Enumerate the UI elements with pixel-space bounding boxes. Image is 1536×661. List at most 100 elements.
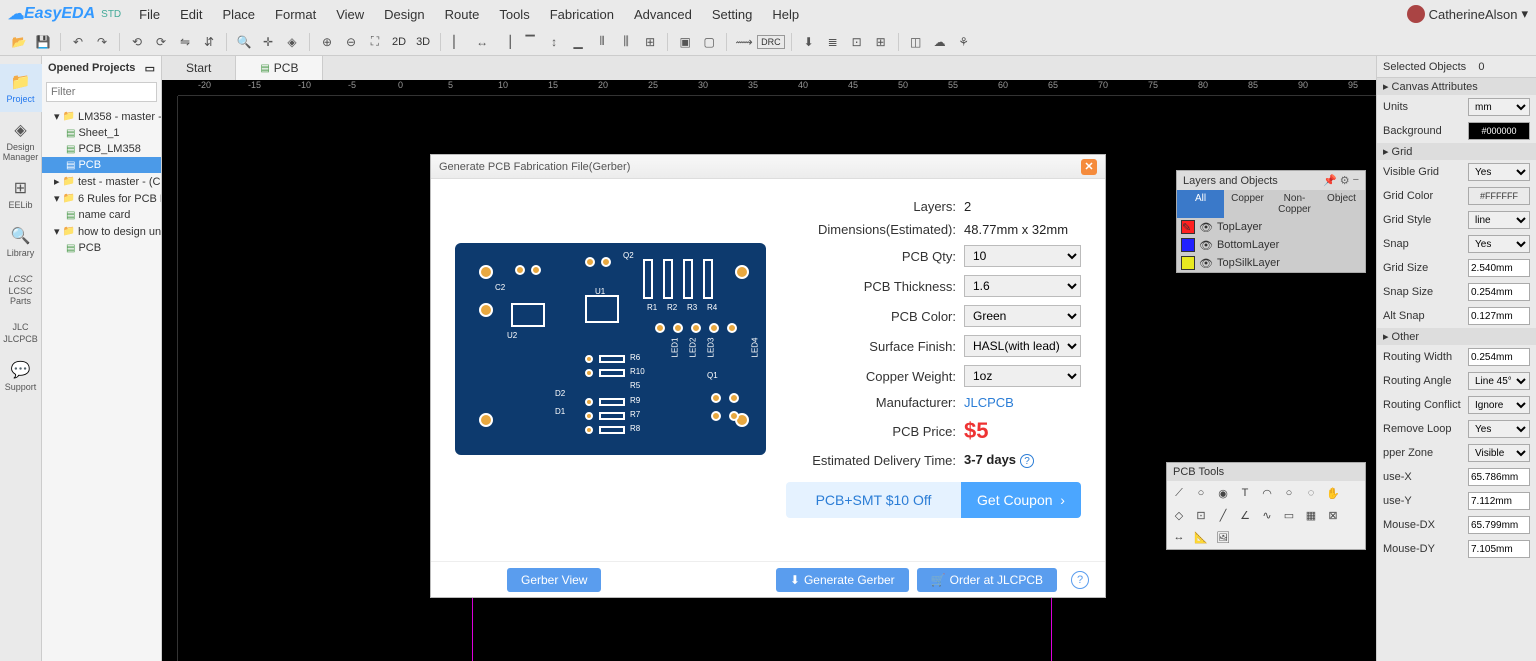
align-mid-icon[interactable]: ↕ <box>543 31 565 53</box>
align-center-icon[interactable]: ↔ <box>471 31 493 53</box>
fit-icon[interactable]: ⛶ <box>364 31 386 53</box>
arc-tool-icon[interactable]: ◠ <box>1258 484 1276 502</box>
move-tool-icon[interactable]: ✋ <box>1324 484 1342 502</box>
image-tool-icon[interactable]: 🖼 <box>1214 528 1232 546</box>
circle-tool-icon[interactable]: ○ <box>1280 484 1298 502</box>
layer-row[interactable]: 👁TopSilkLayer <box>1177 254 1365 272</box>
manufacturer-link[interactable]: JLCPCB <box>964 395 1014 410</box>
order-jlcpcb-button[interactable]: 🛒Order at JLCPCB <box>917 568 1057 592</box>
section-grid[interactable]: ▸Grid <box>1377 143 1536 160</box>
alt-snap-input[interactable] <box>1468 307 1530 325</box>
minimize-icon[interactable]: − <box>1353 174 1359 187</box>
surface-select[interactable]: HASL(with lead) <box>964 335 1081 357</box>
menu-format[interactable]: Format <box>265 7 326 22</box>
eye-icon[interactable]: 👁 <box>1199 257 1213 270</box>
rect-tool-icon[interactable]: ▭ <box>1280 506 1298 524</box>
menu-place[interactable]: Place <box>213 7 266 22</box>
bom-icon[interactable]: ≣ <box>822 31 844 53</box>
zoom-out-icon[interactable]: ⊖ <box>340 31 362 53</box>
save-icon[interactable]: 💾 <box>32 31 54 53</box>
zoom-in-icon[interactable]: ⊕ <box>316 31 338 53</box>
align-top-icon[interactable]: ▔ <box>519 31 541 53</box>
snap-size-input[interactable] <box>1468 283 1530 301</box>
align-grid-icon[interactable]: ⊞ <box>639 31 661 53</box>
section-canvas-attributes[interactable]: ▸Canvas Attributes <box>1377 78 1536 95</box>
help-icon[interactable]: ? <box>1020 454 1034 468</box>
bg-color[interactable]: #000000 <box>1468 122 1530 140</box>
sidebar-item-project[interactable]: 📁Project <box>0 64 42 112</box>
tool-icon[interactable]: ⊡ <box>1192 506 1210 524</box>
align-right-icon[interactable]: ▕ <box>495 31 517 53</box>
gear-icon[interactable]: ⚙ <box>1340 174 1350 187</box>
tree-item[interactable]: ▤PCB <box>42 240 161 256</box>
text-tool-icon[interactable]: T <box>1236 484 1254 502</box>
open-icon[interactable]: 📂 <box>8 31 30 53</box>
dist-h-icon[interactable]: ⫴ <box>591 31 613 53</box>
route-icon[interactable]: ⟿ <box>733 31 755 53</box>
redo-icon[interactable]: ↷ <box>91 31 113 53</box>
menu-view[interactable]: View <box>326 7 374 22</box>
tree-item[interactable]: ▤name card <box>42 207 161 223</box>
crosshair-icon[interactable]: ✛ <box>257 31 279 53</box>
tree-item[interactable]: ▾📁how to design uncom <box>42 223 161 240</box>
export-icon[interactable]: ⬇ <box>798 31 820 53</box>
pcb-tools-title[interactable]: PCB Tools <box>1167 463 1365 481</box>
tree-item[interactable]: ▤Sheet_1 <box>42 125 161 141</box>
share-icon[interactable]: ⚘ <box>953 31 975 53</box>
eye-icon[interactable]: 👁 <box>1199 239 1213 252</box>
mouse-dy-input[interactable] <box>1468 540 1530 558</box>
tree-item[interactable]: ▾📁LM358 - master - (Ca <box>42 108 161 125</box>
menu-file[interactable]: File <box>129 7 170 22</box>
flip-v-icon[interactable]: ⇵ <box>198 31 220 53</box>
user-area[interactable]: CatherineAlson ▾ <box>1407 5 1528 23</box>
via-tool-icon[interactable]: ◉ <box>1214 484 1232 502</box>
mouse-dx-input[interactable] <box>1468 516 1530 534</box>
get-coupon-button[interactable]: Get Coupon › <box>961 482 1081 518</box>
copper-select[interactable]: 1oz <box>964 365 1081 387</box>
filter-input[interactable] <box>46 82 157 102</box>
layers-panel-title[interactable]: Layers and Objects 📌⚙− <box>1177 171 1365 190</box>
help-icon[interactable]: ? <box>1071 571 1089 589</box>
pad-tool-icon[interactable]: ○ <box>1192 484 1210 502</box>
section-other[interactable]: ▸Other <box>1377 328 1536 345</box>
dist-v-icon[interactable]: ⫼ <box>615 31 637 53</box>
pick-place-icon[interactable]: ⊞ <box>870 31 892 53</box>
tab-start[interactable]: Start <box>162 56 236 80</box>
modal-titlebar[interactable]: Generate PCB Fabrication File(Gerber) ✕ <box>431 155 1105 179</box>
layers-tab-copper[interactable]: Copper <box>1224 190 1271 218</box>
tree-item[interactable]: ▤PCB_LM358 <box>42 141 161 157</box>
rotate-left-icon[interactable]: ⟲ <box>126 31 148 53</box>
grid-style-select[interactable]: line <box>1468 211 1530 229</box>
mouse-x-input[interactable] <box>1468 468 1530 486</box>
layer-row[interactable]: 👁BottomLayer <box>1177 236 1365 254</box>
sidebar-item-design-manager[interactable]: ◈Design Manager <box>0 112 42 170</box>
routing-conflict-select[interactable]: Ignore <box>1468 396 1530 414</box>
menu-edit[interactable]: Edit <box>170 7 212 22</box>
align-bottom-icon[interactable]: ▁ <box>567 31 589 53</box>
sidebar-item-jlcpcb[interactable]: JLCJLCPCB <box>0 314 42 352</box>
region-tool-icon[interactable]: ◇ <box>1170 506 1188 524</box>
pin-icon[interactable]: 📌 <box>1323 174 1337 187</box>
sidebar-item-lcsc[interactable]: LCSCLCSC Parts <box>0 266 42 314</box>
track-tool-icon[interactable]: ⟋ <box>1170 484 1188 502</box>
layers-tab-noncopper[interactable]: Non-Copper <box>1271 190 1318 218</box>
routing-angle-select[interactable]: Line 45° <box>1468 372 1530 390</box>
menu-fabrication[interactable]: Fabrication <box>540 7 624 22</box>
measure-tool-icon[interactable]: 📐 <box>1192 528 1210 546</box>
cam-icon[interactable]: ◫ <box>905 31 927 53</box>
units-select[interactable]: mm <box>1468 98 1530 116</box>
pcb-color-select[interactable]: Green <box>964 305 1081 327</box>
ungroup-icon[interactable]: ▢ <box>698 31 720 53</box>
close-icon[interactable]: ✕ <box>1081 159 1097 175</box>
align-left-icon[interactable]: ▏ <box>447 31 469 53</box>
angle-tool-icon[interactable]: ∠ <box>1236 506 1254 524</box>
view-2d[interactable]: 2D <box>388 36 410 48</box>
menu-advanced[interactable]: Advanced <box>624 7 702 22</box>
cloud-icon[interactable]: ☁ <box>929 31 951 53</box>
search-icon[interactable]: 🔍 <box>233 31 255 53</box>
tab-pcb[interactable]: ▤PCB <box>236 56 323 80</box>
hole-tool-icon[interactable]: ◌ <box>1302 484 1320 502</box>
sidebar-item-support[interactable]: 💬Support <box>0 352 42 400</box>
drc-button[interactable]: DRC <box>757 35 785 49</box>
menu-route[interactable]: Route <box>435 7 490 22</box>
